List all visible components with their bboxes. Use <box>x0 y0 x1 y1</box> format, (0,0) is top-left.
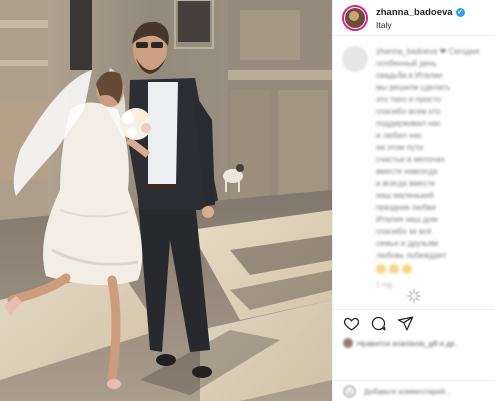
comment-input[interactable] <box>362 385 486 397</box>
likes-text: Нравится anastasia_gill и др. <box>357 338 457 348</box>
post-header: zhanna_badoeva ✓ Italy <box>333 0 495 36</box>
caption-line: и любил нас <box>376 131 423 140</box>
avatar-image <box>345 7 365 28</box>
emoji-icon <box>389 264 399 274</box>
emoji-icon <box>402 264 412 274</box>
username-link[interactable]: zhanna_badoeva <box>376 7 453 19</box>
caption-line: мы решили сделать <box>376 83 451 92</box>
share-icon[interactable] <box>397 315 414 332</box>
caption-line: и всегда вместе <box>376 179 436 188</box>
caption-line: Италия наш дом <box>376 215 438 224</box>
likes-row[interactable]: Нравится anastasia_gill и др. <box>343 338 493 348</box>
caption-line: свадьба в Италии <box>376 71 443 80</box>
caption-text: zhanna_badoeva ❤ Сегодня особенный день … <box>376 46 479 292</box>
caption-line: любовь побеждает <box>376 251 447 260</box>
caption-line: спасибо всем кто <box>376 107 441 116</box>
wedding-couple-photo <box>0 0 332 401</box>
profile-avatar[interactable] <box>342 4 368 31</box>
author-info: zhanna_badoeva ✓ Italy <box>376 5 465 31</box>
comment-icon[interactable] <box>370 315 387 332</box>
emoji-picker-icon[interactable] <box>343 385 356 398</box>
caption-line: семье и друзьям <box>376 239 439 248</box>
caption-line: поддерживал нас <box>376 119 442 128</box>
post-caption: zhanna_badoeva ❤ Сегодня особенный день … <box>342 46 492 292</box>
caption-line: вместе навсегда <box>376 167 438 176</box>
action-bar <box>333 309 495 337</box>
caption-line: особенный день <box>376 59 437 68</box>
caption-emojis <box>376 264 479 274</box>
location-link[interactable]: Italy <box>376 19 465 31</box>
emoji-icon <box>376 264 386 274</box>
liker-avatar <box>343 338 353 348</box>
caption-timestamp: 1 год <box>376 282 393 289</box>
caption-line: праздник любви <box>376 203 436 212</box>
heart-icon[interactable] <box>343 315 360 332</box>
comment-composer <box>333 380 495 401</box>
username-row: zhanna_badoeva ✓ <box>376 7 465 19</box>
instagram-post: zhanna_badoeva ✓ Italy zhanna_badoeva ❤ … <box>0 0 495 401</box>
loader-icon <box>407 289 421 303</box>
caption-line: это тихо и просто <box>376 95 441 104</box>
post-photo[interactable] <box>0 0 332 401</box>
caption-line: счастье в мелочах <box>376 155 445 164</box>
caption-line: zhanna_badoeva ❤ Сегодня <box>376 47 480 56</box>
caption-avatar[interactable] <box>342 46 368 72</box>
caption-line: спасибо за всё <box>376 227 432 236</box>
caption-line: наш маленький <box>376 191 434 200</box>
post-sidebar: zhanna_badoeva ✓ Italy zhanna_badoeva ❤ … <box>332 0 495 401</box>
caption-line: на этом пути <box>376 143 424 152</box>
verified-badge-icon: ✓ <box>455 8 465 17</box>
